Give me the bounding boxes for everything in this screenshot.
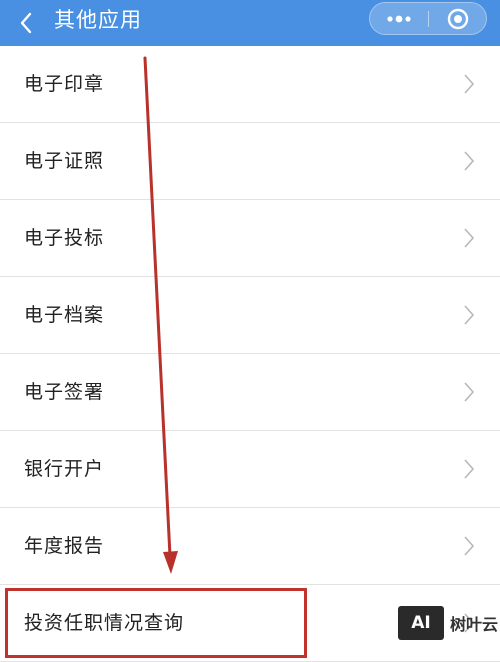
list-item-label: 银行开户 <box>24 458 105 480</box>
more-button[interactable] <box>370 3 428 34</box>
chevron-right-icon <box>464 151 475 171</box>
watermark: AI 树叶云 <box>398 604 498 642</box>
list-item-electronic-signing[interactable]: 电子签署 <box>0 354 500 431</box>
more-dots-icon <box>387 15 411 22</box>
chevron-right-icon <box>464 305 475 325</box>
list-item-electronic-seal[interactable]: 电子印章 <box>0 46 500 123</box>
close-mini-program-button[interactable] <box>429 3 486 34</box>
list-item-bank-account[interactable]: 银行开户 <box>0 431 500 508</box>
app-header: 其他应用 <box>0 0 500 46</box>
list-item-label: 电子投标 <box>24 227 105 249</box>
list-item-label: 年度报告 <box>24 535 105 557</box>
back-button[interactable] <box>8 5 44 41</box>
chevron-right-icon <box>464 536 475 556</box>
chevron-right-icon <box>464 459 475 479</box>
list-item-label: 电子签署 <box>24 381 105 403</box>
page-title: 其他应用 <box>54 8 142 32</box>
list-item-label: 电子印章 <box>24 73 105 95</box>
list-item-label: 电子证照 <box>24 150 105 172</box>
app-list: 电子印章 电子证照 电子投标 电子档案 电子签署 银行开户 年度报告 投资任职情… <box>0 46 500 662</box>
watermark-text: 树叶云 <box>450 615 499 634</box>
list-item-label: 投资任职情况查询 <box>24 612 185 634</box>
list-item-electronic-archive[interactable]: 电子档案 <box>0 277 500 354</box>
chevron-left-icon <box>20 12 32 34</box>
chevron-right-icon <box>464 74 475 94</box>
watermark-logo: AI <box>398 606 444 640</box>
chevron-right-icon <box>464 228 475 248</box>
target-circle-icon <box>447 8 468 29</box>
list-item-electronic-license[interactable]: 电子证照 <box>0 123 500 200</box>
list-item-electronic-bidding[interactable]: 电子投标 <box>0 200 500 277</box>
list-item-label: 电子档案 <box>24 304 105 326</box>
list-item-annual-report[interactable]: 年度报告 <box>0 508 500 585</box>
chevron-right-icon <box>464 382 475 402</box>
mini-program-capsule <box>369 2 487 35</box>
